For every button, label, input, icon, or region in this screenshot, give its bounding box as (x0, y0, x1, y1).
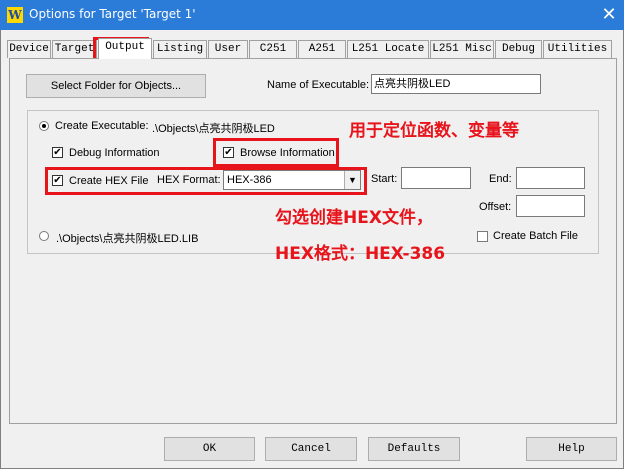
tab-user[interactable]: User (208, 40, 248, 58)
tab-listing[interactable]: Listing (153, 40, 207, 58)
tab-l251-locate[interactable]: L251 Locate (347, 40, 429, 58)
tab-a251[interactable]: A251 (298, 40, 346, 58)
tab-device[interactable]: Device (7, 40, 51, 58)
tab-utilities[interactable]: Utilities (543, 40, 612, 58)
ok-button[interactable]: OK (164, 437, 255, 461)
start-label: Start: (371, 173, 398, 185)
chevron-down-icon[interactable]: ▼ (344, 171, 360, 189)
cancel-button[interactable]: Cancel (265, 437, 357, 461)
create-batch-label: Create Batch File (493, 230, 578, 242)
create-executable-path: .\Objects\点亮共阴极LED (152, 123, 275, 135)
defaults-button[interactable]: Defaults (368, 437, 460, 461)
hex-format-label: HEX Format: (157, 174, 221, 186)
window-title: Options for Target 'Target 1' (29, 7, 196, 21)
tab-l251-misc[interactable]: L251 Misc (430, 40, 494, 58)
hex-format-value: HEX-386 (227, 174, 272, 186)
browse-info-checkbox[interactable]: ✔ (223, 147, 234, 158)
create-library-radio[interactable] (39, 231, 49, 241)
browse-info-label: Browse Information (240, 147, 335, 159)
offset-input[interactable] (516, 195, 585, 217)
debug-info-checkbox[interactable]: ✔ (52, 147, 63, 158)
create-batch-checkbox[interactable] (477, 231, 488, 242)
end-input[interactable] (516, 167, 585, 189)
close-icon[interactable]: ✕ (598, 3, 620, 25)
annotation-hex-note-line1: 勾选创建HEX文件， (275, 208, 433, 228)
options-dialog: Device Target Output Listing User C251 A… (0, 30, 624, 469)
name-executable-input[interactable]: 点亮共阴极LED (371, 74, 541, 94)
tab-output[interactable]: Output (98, 38, 152, 59)
tab-target[interactable]: Target (52, 40, 97, 58)
start-input[interactable] (401, 167, 471, 189)
tab-debug[interactable]: Debug (495, 40, 542, 58)
hex-format-select[interactable]: HEX-386 ▼ (223, 170, 361, 190)
library-path: .\Objects\点亮共阴极LED.LIB (56, 233, 199, 245)
debug-info-label: Debug Information (69, 147, 160, 159)
name-executable-label: Name of Executable: (267, 79, 370, 91)
annotation-browse-note: 用于定位函数、变量等 (349, 121, 519, 141)
help-button[interactable]: Help (526, 437, 617, 461)
tab-c251[interactable]: C251 (249, 40, 297, 58)
keil-app-icon: W (7, 7, 23, 23)
tab-strip: Device Target Output Listing User C251 A… (7, 38, 619, 59)
create-executable-radio[interactable] (39, 121, 49, 131)
select-folder-button[interactable]: Select Folder for Objects... (26, 74, 206, 98)
title-bar[interactable]: W Options for Target 'Target 1' ✕ (0, 0, 624, 30)
annotation-hex-note-line2: HEX格式：HEX-386 (275, 244, 446, 264)
create-hex-checkbox[interactable]: ✔ (52, 175, 63, 186)
create-executable-label: Create Executable: (55, 120, 149, 132)
create-hex-label: Create HEX File (69, 175, 149, 187)
end-label: End: (489, 173, 512, 185)
offset-label: Offset: (479, 201, 512, 213)
